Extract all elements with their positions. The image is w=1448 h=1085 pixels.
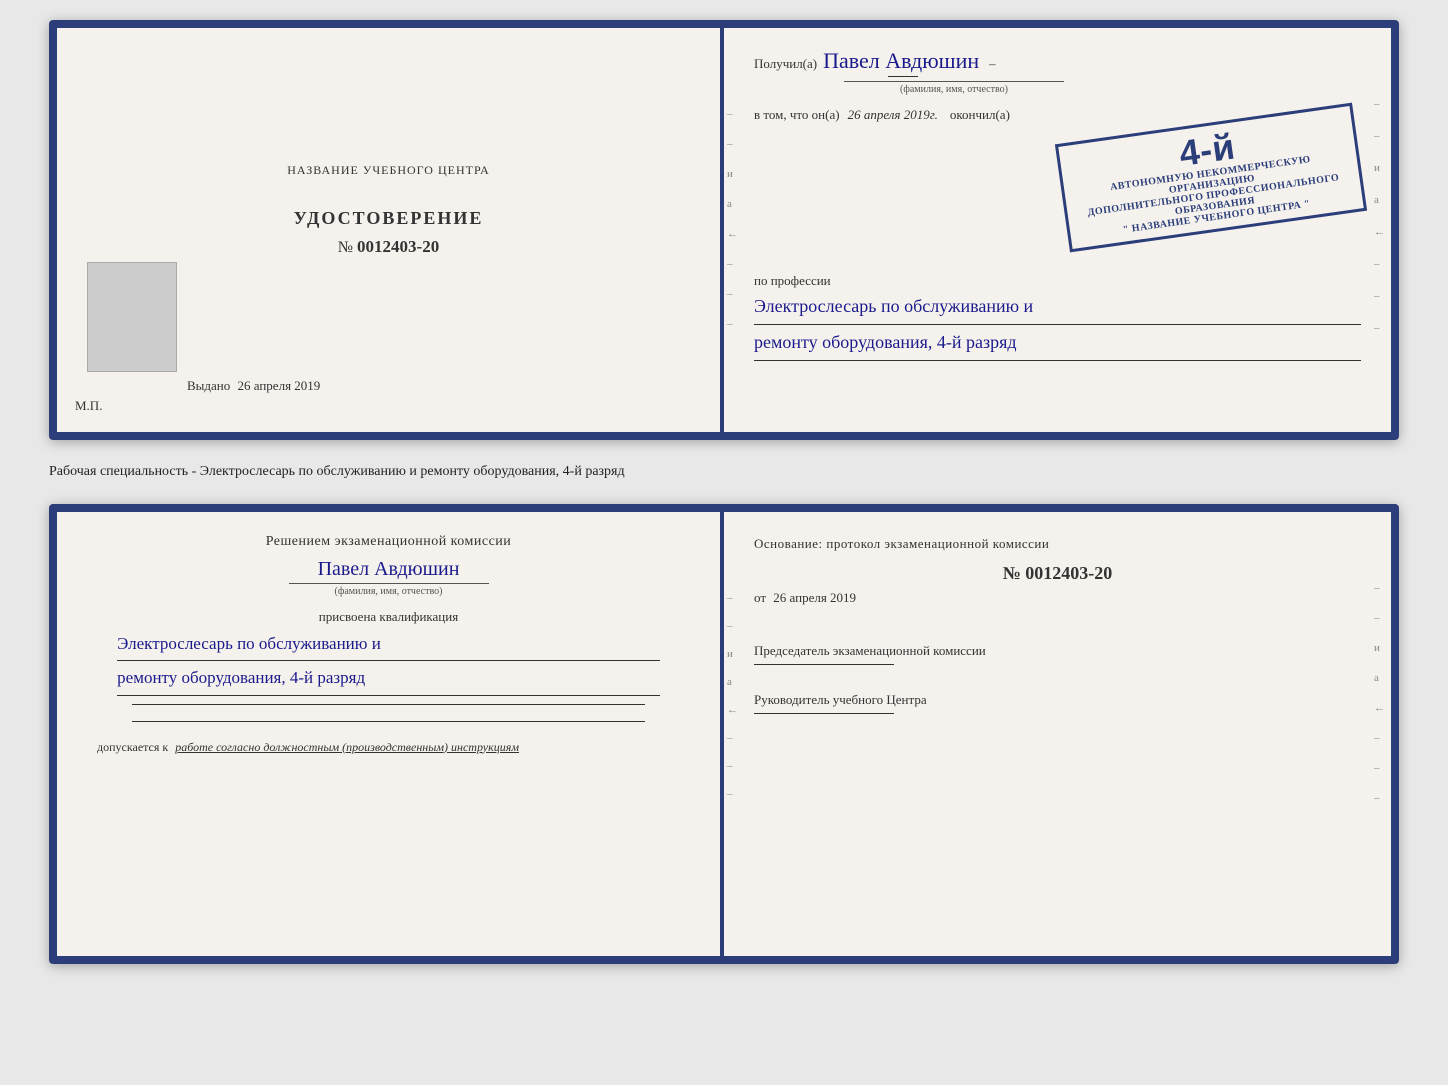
fio-label-top: (фамилия, имя, отчество): [844, 81, 1064, 95]
left-page-edge-chars: ––иа←–––: [727, 108, 738, 330]
bottom-right-page: Основание: протокол экзаменационной коми…: [724, 512, 1391, 956]
admission-text: работе согласно должностным (производств…: [175, 740, 519, 754]
basis-date-prefix: от: [754, 590, 766, 605]
bottom-left-page: Решением экзаменационной комиссии Павел …: [57, 512, 724, 956]
bottom-right-edge-chars: ––иа←–––: [1374, 582, 1385, 804]
middle-caption: Рабочая специальность - Электрослесарь п…: [49, 458, 1399, 486]
recipient-name: Павел Авдюшин: [823, 48, 979, 74]
admission-label: допускается к: [97, 740, 168, 754]
cert-number-prefix: №: [338, 239, 353, 256]
qualification-line2: ремонту оборудования, 4-й разряд: [117, 665, 660, 696]
top-right-page: Получил(а) Павел Авдюшин – (фамилия, имя…: [724, 28, 1391, 432]
received-row: Получил(а) Павел Авдюшин –: [754, 46, 1361, 77]
director-section: Руководитель учебного Центра: [754, 691, 1361, 730]
director-label: Руководитель учебного Центра: [754, 691, 1361, 709]
chairman-signature-line: [754, 664, 894, 665]
institution-title: НАЗВАНИЕ УЧЕБНОГО ЦЕНТРА: [287, 163, 490, 178]
assigned-label: присвоена квалификация: [319, 609, 458, 625]
admission-row: допускается к работе согласно должностны…: [97, 740, 519, 755]
middle-caption-text: Рабочая специальность - Электрослесарь п…: [49, 464, 625, 479]
mp-label: М.П.: [75, 398, 102, 414]
cert-number-value: 0012403-20: [357, 237, 439, 256]
issued-date: 26 апреля 2019: [238, 378, 321, 393]
received-label: Получил(а): [754, 56, 817, 72]
photo-placeholder: [87, 262, 177, 372]
issued-label: Выдано 26 апреля 2019: [187, 378, 320, 394]
in-that-label: в том, что он(а): [754, 107, 840, 123]
commission-name: Павел Авдюшин: [318, 558, 460, 581]
top-document-spread: НАЗВАНИЕ УЧЕБНОГО ЦЕНТРА УДОСТОВЕРЕНИЕ №…: [49, 20, 1399, 440]
finished-label: окончил(а): [950, 107, 1010, 123]
right-page-edge-chars: ––иа←–––: [1374, 98, 1385, 334]
profession-line1: Электрослесарь по обслуживанию и ремонту…: [754, 293, 1361, 361]
qualification-line1: Электрослесарь по обслуживанию и: [117, 631, 660, 662]
commission-fio-label: (фамилия, имя, отчество): [289, 583, 489, 597]
basis-number: № 0012403-20: [754, 563, 1361, 584]
basis-label: Основание: протокол экзаменационной коми…: [754, 534, 1361, 554]
top-left-page: НАЗВАНИЕ УЧЕБНОГО ЦЕНТРА УДОСТОВЕРЕНИЕ №…: [57, 28, 724, 432]
chairman-label: Председатель экзаменационной комиссии: [754, 642, 1361, 660]
blank-line-2: [132, 721, 645, 722]
blank-line-1: [132, 704, 645, 705]
basis-date-value: 26 апреля 2019: [773, 590, 856, 605]
basis-number-value: 0012403-20: [1025, 563, 1112, 583]
commission-title: Решением экзаменационной комиссии: [266, 534, 512, 550]
qualification-text: Электрослесарь по обслуживанию и ремонту…: [117, 631, 660, 696]
profession-label: по профессии: [754, 273, 1361, 289]
stamp-box: 4-й АВТОНОМНУЮ НЕКОММЕРЧЕСКУЮ ОРГАНИЗАЦИ…: [1055, 103, 1367, 253]
bottom-document-spread: Решением экзаменационной комиссии Павел …: [49, 504, 1399, 964]
basis-number-prefix: №: [1003, 563, 1021, 583]
cert-label: УДОСТОВЕРЕНИЕ: [294, 208, 484, 229]
basis-date-row: от 26 апреля 2019: [754, 590, 1361, 606]
profession-section: по профессии Электрослесарь по обслужива…: [754, 259, 1361, 361]
bottom-left-edge-chars: ––иа←–––: [727, 592, 738, 800]
cert-number: № 0012403-20: [338, 237, 439, 257]
date-handwritten: 26 апреля 2019г.: [848, 107, 938, 123]
chairman-section: Председатель экзаменационной комиссии: [754, 642, 1361, 681]
director-signature-line: [754, 713, 894, 714]
